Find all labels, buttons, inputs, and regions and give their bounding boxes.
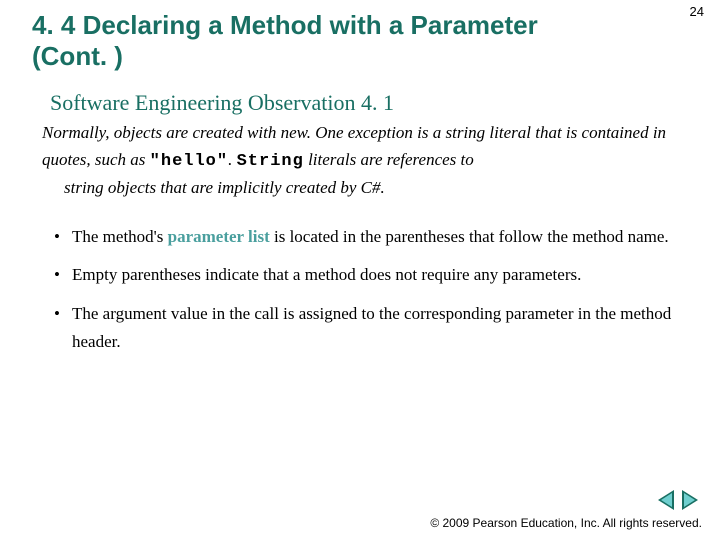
nav-controls — [658, 490, 698, 510]
bullet-pre: The method's — [72, 227, 168, 246]
next-slide-button[interactable] — [682, 490, 698, 510]
list-item: Empty parentheses indicate that a method… — [54, 261, 680, 289]
code-literal-hello: "hello" — [150, 152, 228, 171]
bullet-post: is located in the parentheses that follo… — [270, 227, 669, 246]
triangle-right-icon — [684, 493, 695, 507]
list-item: The argument value in the call is assign… — [54, 300, 680, 356]
observation-heading: Software Engineering Observation 4. 1 — [0, 72, 720, 118]
obs-text-tail: string objects that are implicitly creat… — [42, 175, 680, 201]
title-line-2: (Cont. ) — [32, 41, 123, 71]
bullet-pre: Empty parentheses indicate that a method… — [72, 265, 581, 284]
copyright-footer: © 2009 Pearson Education, Inc. All right… — [430, 516, 702, 530]
page-number: 24 — [690, 4, 704, 19]
bullet-list: The method's parameter list is located i… — [54, 223, 680, 355]
code-type-string: String — [237, 152, 304, 171]
observation-body: Normally, objects are created with new. … — [0, 118, 720, 201]
prev-slide-button[interactable] — [658, 490, 674, 510]
bullet-term: parameter list — [168, 227, 270, 246]
list-item: The method's parameter list is located i… — [54, 223, 680, 251]
triangle-left-icon — [661, 493, 672, 507]
bullet-pre: The argument value in the call is assign… — [72, 304, 671, 351]
slide-title: 4. 4 Declaring a Method with a Parameter… — [0, 0, 592, 72]
obs-text-2: . — [228, 150, 237, 169]
obs-text-3: literals are references to — [304, 150, 474, 169]
title-line-1: 4. 4 Declaring a Method with a Parameter — [32, 10, 538, 40]
